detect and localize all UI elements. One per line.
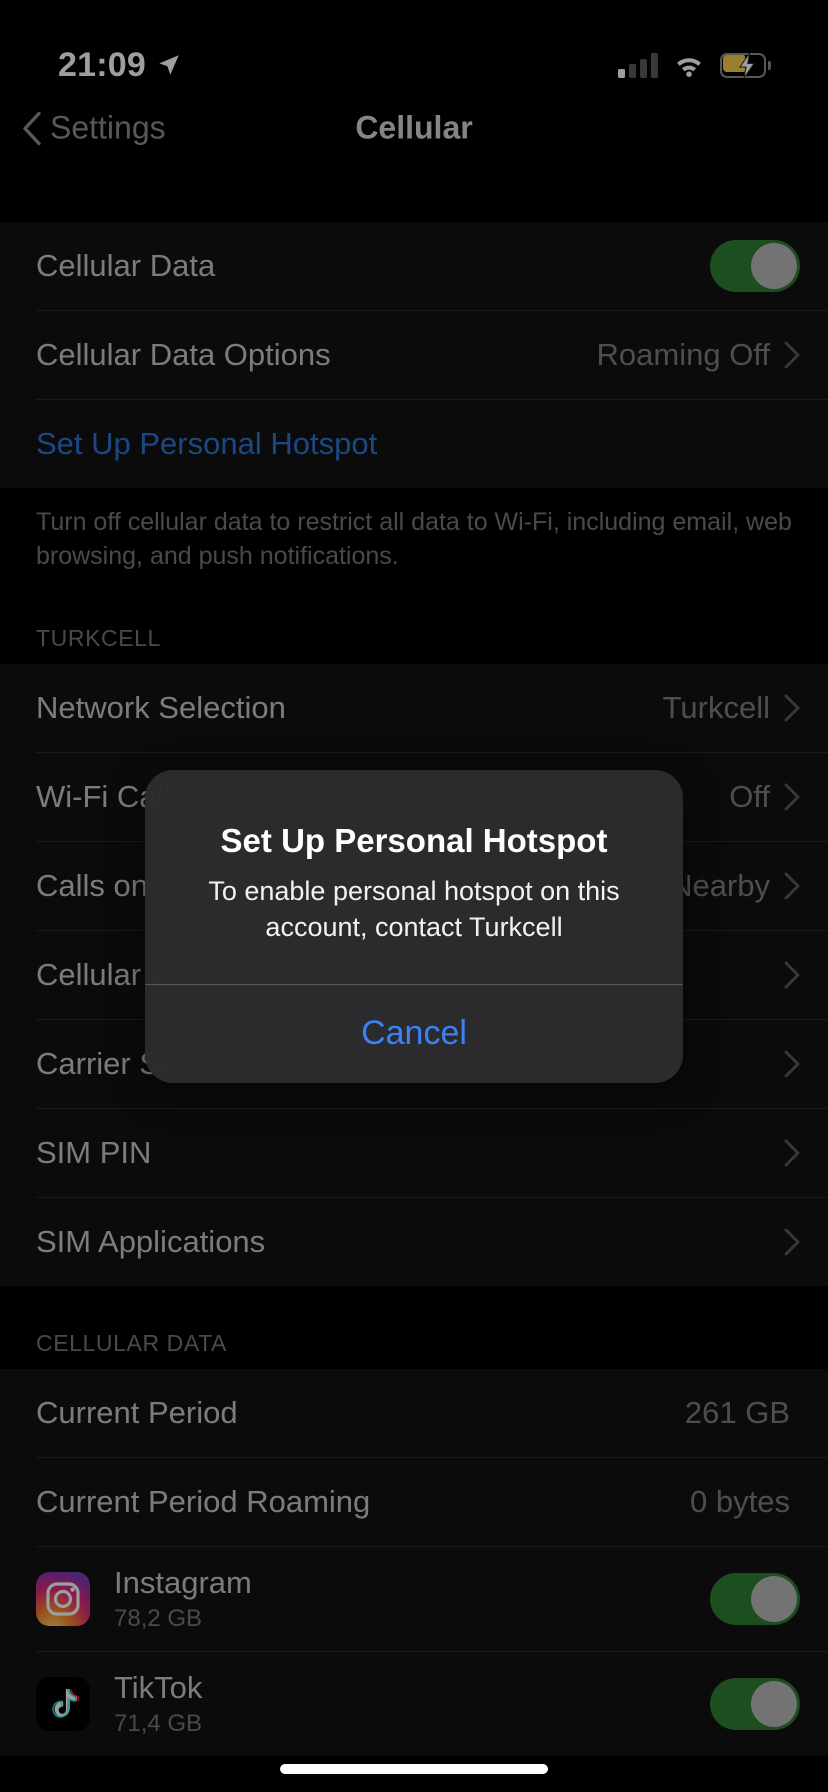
row-value: 0 bytes <box>690 1484 790 1519</box>
alert-message: To enable personal hotspot on this accou… <box>208 876 620 942</box>
iphone-screen: 21:09 Settings Cellular Cellular Data Ce… <box>0 0 828 1792</box>
home-indicator[interactable] <box>280 1764 548 1774</box>
status-bar-clock: 21:09 <box>58 45 146 84</box>
row-set-up-personal-hotspot[interactable]: Set Up Personal Hotspot <box>0 400 828 488</box>
page-title: Cellular <box>355 109 473 146</box>
row-sim-pin[interactable]: SIM PIN <box>0 1109 828 1197</box>
chevron-right-icon <box>784 1139 800 1167</box>
top-spacer <box>0 160 828 222</box>
chevron-right-icon <box>784 1228 800 1256</box>
chevron-right-icon <box>784 1050 800 1078</box>
row-label: Cellular Data Options <box>36 337 331 372</box>
row-label: SIM PIN <box>36 1135 152 1170</box>
list-item-app-instagram[interactable]: Instagram 78,2 GB <box>0 1547 828 1651</box>
app-text: TikTok 71,4 GB <box>114 1670 710 1738</box>
status-bar-left: 21:09 <box>58 46 182 85</box>
alert-body: Set Up Personal Hotspot To enable person… <box>145 770 683 984</box>
lightning-bolt-icon <box>739 52 755 78</box>
row-value: Roaming Off <box>596 337 770 372</box>
group-cellular-data: Cellular Data Cellular Data Options Roam… <box>0 222 828 488</box>
chevron-right-icon <box>784 961 800 989</box>
row-cellular-data-options[interactable]: Cellular Data Options Roaming Off <box>0 311 828 399</box>
status-bar-right <box>618 52 771 78</box>
chevron-right-icon <box>784 872 800 900</box>
app-name: TikTok <box>114 1670 203 1705</box>
row-sim-applications[interactable]: SIM Applications <box>0 1198 828 1286</box>
status-bar: 21:09 <box>0 0 828 96</box>
app-size: 71,4 GB <box>114 1710 203 1737</box>
battery-charging-icon <box>720 52 771 78</box>
app-text: Instagram 78,2 GB <box>114 1565 710 1633</box>
row-value: Turkcell <box>662 690 770 725</box>
row-label: Current Period Roaming <box>36 1484 371 1519</box>
section-header-turkcell: TURKCELL <box>0 581 828 664</box>
wifi-icon <box>677 58 701 77</box>
chevron-right-icon <box>784 694 800 722</box>
cellular-data-footer-note: Turn off cellular data to restrict all d… <box>0 488 828 581</box>
cellular-data-toggle[interactable] <box>710 240 800 292</box>
tiktok-icon <box>36 1677 90 1731</box>
row-label: Network Selection <box>36 690 286 725</box>
group-usage: Current Period 261 GB Current Period Roa… <box>0 1369 828 1756</box>
cellular-signal-icon <box>618 52 658 78</box>
instagram-icon <box>36 1572 90 1626</box>
instagram-cellular-toggle[interactable] <box>710 1573 800 1625</box>
location-arrow-icon <box>159 55 179 75</box>
row-current-period: Current Period 261 GB <box>0 1369 828 1457</box>
personal-hotspot-alert-dialog: Set Up Personal Hotspot To enable person… <box>145 770 683 1083</box>
row-current-period-roaming: Current Period Roaming 0 bytes <box>0 1458 828 1546</box>
chevron-right-icon <box>784 341 800 369</box>
chevron-right-icon <box>784 783 800 811</box>
row-label: Set Up Personal Hotspot <box>36 426 378 461</box>
cancel-button[interactable]: Cancel <box>145 985 683 1083</box>
row-value: 261 GB <box>684 1395 790 1430</box>
row-label: Current Period <box>36 1395 238 1430</box>
app-name: Instagram <box>114 1565 252 1600</box>
alert-title: Set Up Personal Hotspot <box>220 822 608 859</box>
app-size: 78,2 GB <box>114 1605 203 1632</box>
row-network-selection[interactable]: Network Selection Turkcell <box>0 664 828 752</box>
row-cellular-data[interactable]: Cellular Data <box>0 222 828 310</box>
row-label: Cellular Data <box>36 248 216 283</box>
row-value: Off <box>729 779 770 814</box>
row-label: SIM Applications <box>36 1224 266 1259</box>
tiktok-cellular-toggle[interactable] <box>710 1678 800 1730</box>
list-item-app-tiktok[interactable]: TikTok 71,4 GB <box>0 1652 828 1756</box>
navigation-bar: Settings Cellular <box>0 96 828 160</box>
section-header-cellular-data: CELLULAR DATA <box>0 1286 828 1369</box>
